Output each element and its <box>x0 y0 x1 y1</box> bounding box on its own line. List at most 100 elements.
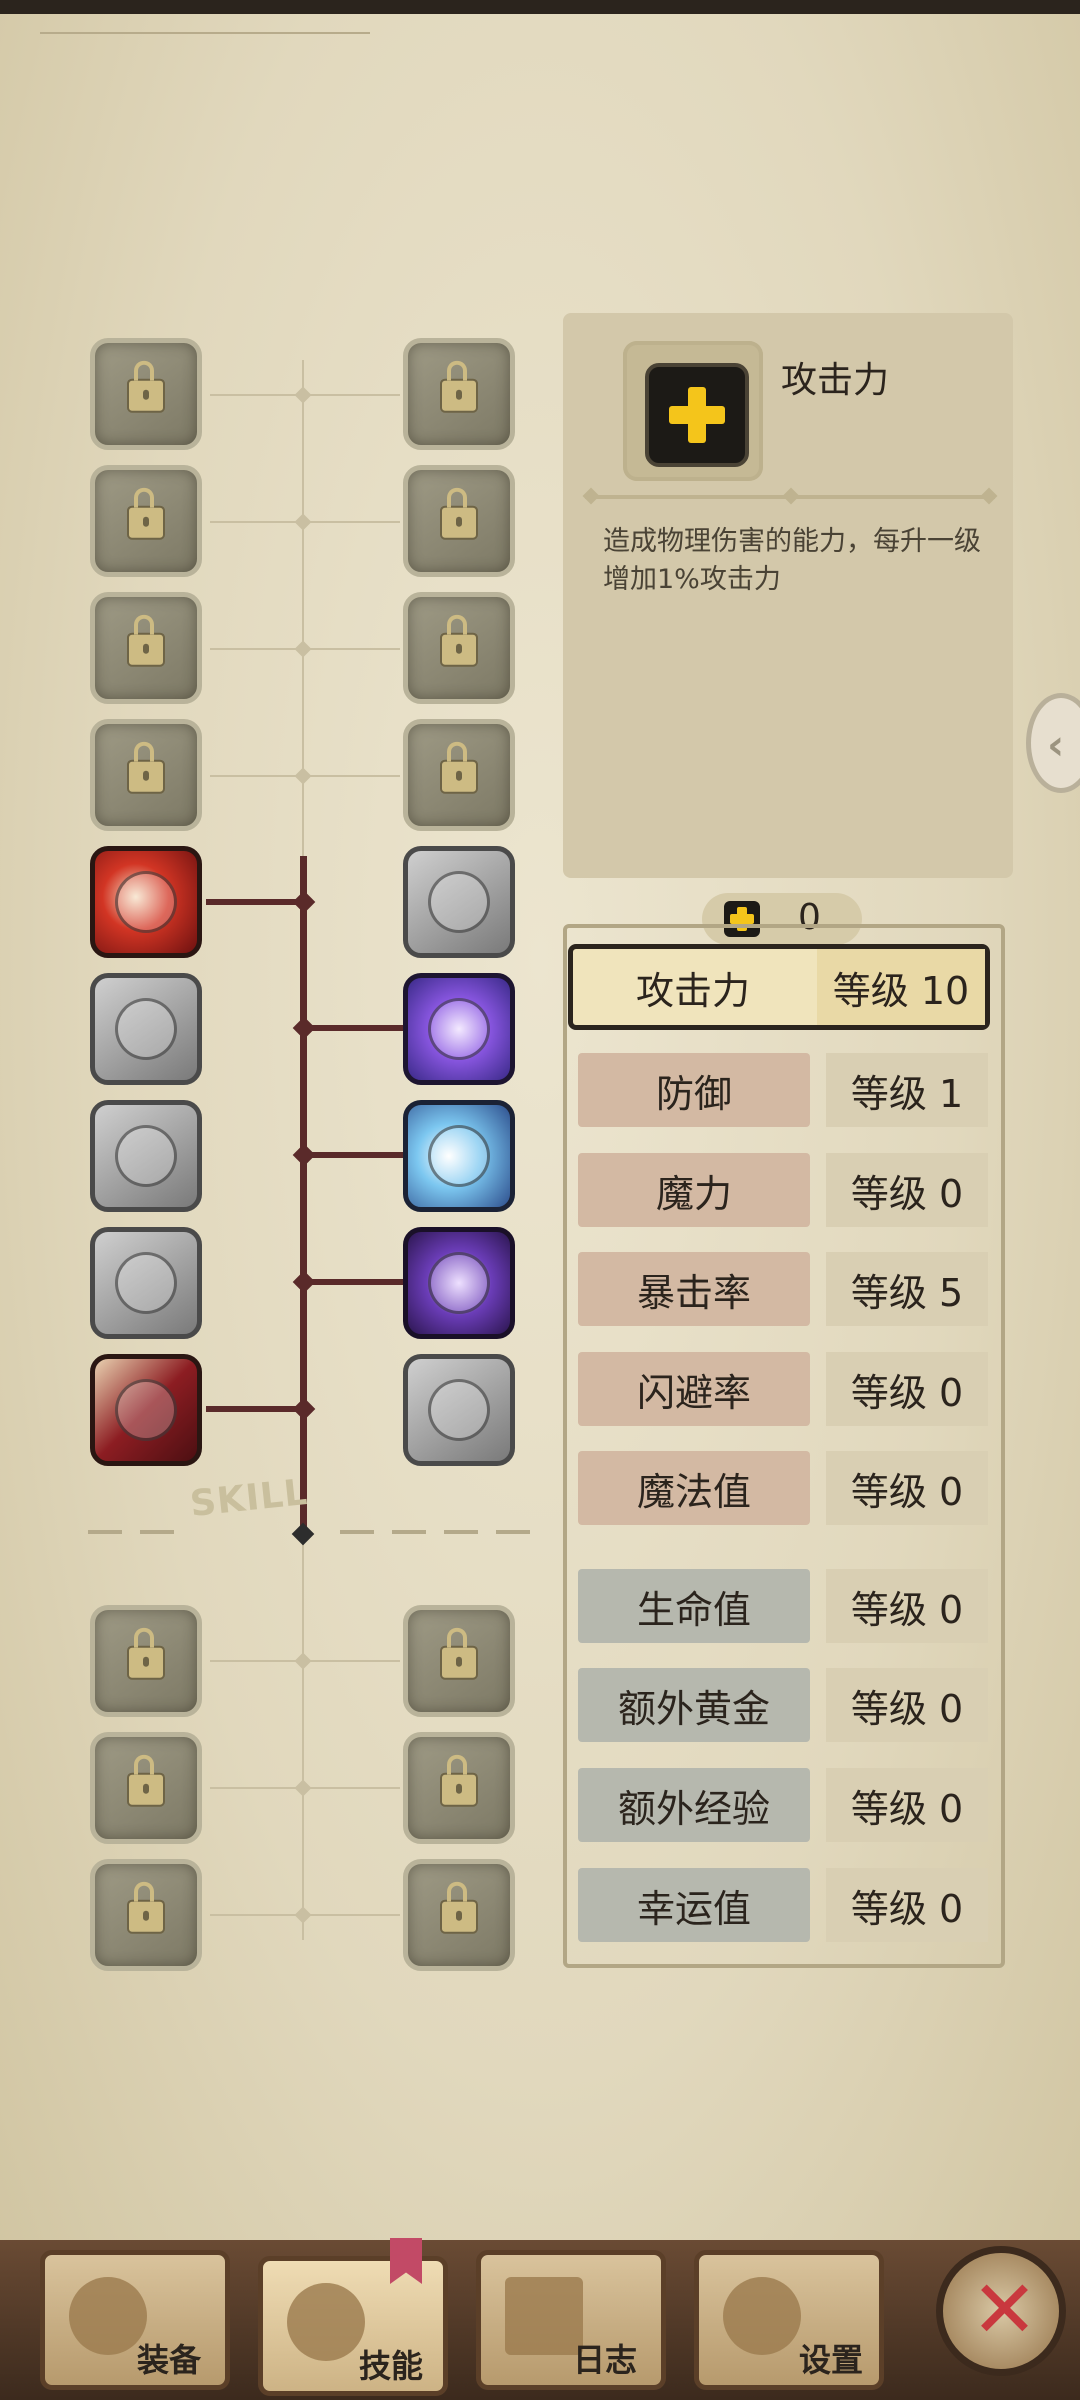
lightning-icon <box>115 1252 177 1314</box>
skill-vortex[interactable] <box>403 1227 515 1339</box>
lock-icon <box>127 614 165 667</box>
detail-description: 造成物理伤害的能力，每升一级增加1%攻击力 <box>603 526 981 595</box>
stat-level: 等级 5 <box>826 1252 988 1326</box>
plus-icon <box>645 363 749 467</box>
skill-inactive[interactable] <box>90 1227 202 1339</box>
nav-log-button[interactable]: 日志 <box>476 2250 666 2390</box>
close-button[interactable]: ✕ <box>936 2246 1066 2376</box>
detail-title: 攻击力 <box>781 360 890 401</box>
locked-skill-slot[interactable] <box>90 465 202 577</box>
stat-name: 额外黄金 <box>578 1668 810 1742</box>
locked-skill-slot[interactable] <box>403 1605 515 1717</box>
skill-wind-blade[interactable] <box>403 1100 515 1212</box>
nav-label: 设置 <box>799 2341 864 2379</box>
separator-dash <box>496 1530 530 1534</box>
locked-skill-slot[interactable] <box>403 338 515 450</box>
lock-icon <box>127 487 165 540</box>
stat-level: 等级 0 <box>826 1352 988 1426</box>
lock-icon <box>440 1627 478 1680</box>
stat-row-magic[interactable]: 魔力 等级 0 <box>578 1153 988 1227</box>
separator-dash <box>88 1530 122 1534</box>
lock-icon <box>440 741 478 794</box>
stat-name: 防御 <box>578 1053 810 1127</box>
tree-branch <box>206 899 306 905</box>
nav-label: 日志 <box>573 2341 638 2379</box>
stat-level: 等级 1 <box>826 1053 988 1127</box>
journal-icon <box>505 2277 583 2355</box>
lock-icon <box>440 1754 478 1807</box>
lock-icon <box>127 1754 165 1807</box>
locked-skill-slot[interactable] <box>403 1732 515 1844</box>
sparkle-icon <box>428 1379 490 1441</box>
stat-name: 暴击率 <box>578 1252 810 1326</box>
tree-branch <box>206 1406 306 1412</box>
nav-settings-button[interactable]: 设置 <box>694 2250 884 2390</box>
skill-detail-panel: 攻击力 造成物理伤害的能力，每升一级增加1%攻击力 <box>563 313 1013 878</box>
locked-skill-slot[interactable] <box>90 1859 202 1971</box>
stat-name: 魔法值 <box>578 1451 810 1525</box>
slash-strike-icon <box>115 871 177 933</box>
crossed-swords-icon <box>115 1379 177 1441</box>
lock-icon <box>127 360 165 413</box>
stat-level: 等级 0 <box>826 1153 988 1227</box>
lock-icon <box>440 360 478 413</box>
detail-divider <box>582 487 998 505</box>
locked-skill-slot[interactable] <box>90 592 202 704</box>
separator-dash <box>140 1530 174 1534</box>
lock-icon <box>127 1627 165 1680</box>
skill-slash-strike[interactable] <box>90 846 202 958</box>
stat-name: 幸运值 <box>578 1868 810 1942</box>
stat-row-hp[interactable]: 生命值 等级 0 <box>578 1569 988 1643</box>
skill-inactive[interactable] <box>90 973 202 1085</box>
locked-skill-slot[interactable] <box>403 465 515 577</box>
stat-level: 等级 0 <box>826 1451 988 1525</box>
stat-level: 等级 0 <box>826 1569 988 1643</box>
tree-branch <box>300 1025 410 1031</box>
locked-skill-slot[interactable] <box>403 719 515 831</box>
stat-level: 等级 0 <box>826 1668 988 1742</box>
skill-gear-icon <box>287 2283 365 2361</box>
skill-eye[interactable] <box>403 973 515 1085</box>
locked-skill-slot[interactable] <box>90 338 202 450</box>
stat-level: 等级 0 <box>826 1768 988 1842</box>
locked-skill-slot[interactable] <box>403 592 515 704</box>
stat-row-extra-gold[interactable]: 额外黄金 等级 0 <box>578 1668 988 1742</box>
locked-skill-slot[interactable] <box>403 1859 515 1971</box>
stat-row-attack[interactable]: 攻击力 等级 10 <box>568 944 990 1030</box>
axe-icon <box>69 2277 147 2355</box>
separator-dash <box>340 1530 374 1534</box>
stat-row-luck[interactable]: 幸运值 等级 0 <box>578 1868 988 1942</box>
eye-icon <box>428 998 490 1060</box>
chevron-left-icon: ‹ <box>1047 720 1065 769</box>
stat-level: 等级 10 <box>817 949 985 1025</box>
tree-branch <box>300 1152 410 1158</box>
dagger-icon <box>115 998 177 1060</box>
locked-skill-slot[interactable] <box>90 1732 202 1844</box>
separator-dash <box>392 1530 426 1534</box>
lock-icon <box>440 1881 478 1934</box>
top-border <box>0 0 1080 14</box>
skill-inactive[interactable] <box>90 1100 202 1212</box>
stat-name: 生命值 <box>578 1569 810 1643</box>
close-icon: ✕ <box>971 2263 1039 2356</box>
locked-skill-slot[interactable] <box>90 1605 202 1717</box>
lock-icon <box>127 741 165 794</box>
locked-skill-slot[interactable] <box>90 719 202 831</box>
stat-row-extra-exp[interactable]: 额外经验 等级 0 <box>578 1768 988 1842</box>
top-decor-line <box>40 32 370 34</box>
nav-equipment-button[interactable]: 装备 <box>40 2250 230 2390</box>
stat-row-defense[interactable]: 防御 等级 1 <box>578 1053 988 1127</box>
nav-label: 装备 <box>137 2341 202 2379</box>
stat-row-crit-rate[interactable]: 暴击率 等级 5 <box>578 1252 988 1326</box>
stat-name: 闪避率 <box>578 1352 810 1426</box>
separator-dash <box>444 1530 478 1534</box>
vortex-icon <box>428 1252 490 1314</box>
tree-branch <box>300 1279 410 1285</box>
skill-inactive[interactable] <box>403 1354 515 1466</box>
stat-row-dodge-rate[interactable]: 闪避率 等级 0 <box>578 1352 988 1426</box>
skill-crossed-swords[interactable] <box>90 1354 202 1466</box>
skill-inactive[interactable] <box>403 846 515 958</box>
stat-name: 魔力 <box>578 1153 810 1227</box>
stat-row-mana[interactable]: 魔法值 等级 0 <box>578 1451 988 1525</box>
stat-name: 攻击力 <box>635 968 750 1013</box>
